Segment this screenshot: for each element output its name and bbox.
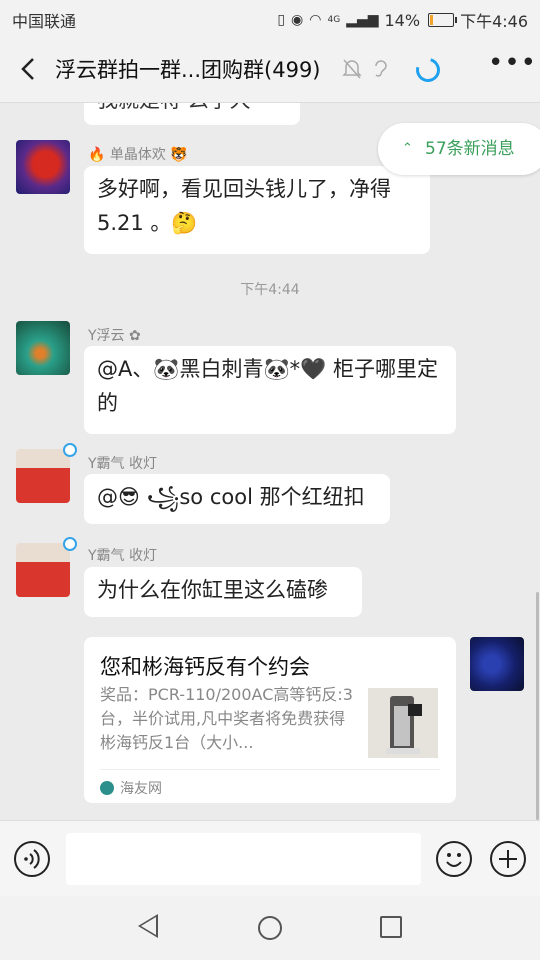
wifi-icon: ◠ xyxy=(309,12,322,28)
sender-name: Y霸气 收灯 xyxy=(88,456,158,472)
emoji-button[interactable] xyxy=(436,841,472,877)
nav-home-icon[interactable] xyxy=(258,916,282,940)
chat-title[interactable]: 浮云群拍一群...团购群(499) xyxy=(55,54,321,84)
new-messages-button[interactable]: ⌃ 57条新消息 xyxy=(378,123,540,175)
message-timestamp: 下午4:44 xyxy=(240,282,300,298)
voice-input-button[interactable] xyxy=(14,841,50,877)
chat-header: 浮云群拍一群...团购群(499) ••• xyxy=(0,36,540,103)
vibrate-icon: ▯ xyxy=(277,12,286,28)
share-card-title: 您和彬海钙反有个约会 xyxy=(100,655,310,679)
voice-icon xyxy=(24,849,40,869)
status-bar: 中国联通 ▯ ◉ ◠ 4G ▂▄▆ 14% 下午4:46 xyxy=(0,0,540,36)
nav-back-icon[interactable] xyxy=(138,914,158,938)
sender-name-text: Y浮云 xyxy=(88,328,125,344)
eye-icon: ◉ xyxy=(291,12,304,28)
share-card-divider xyxy=(100,769,440,770)
share-card-source: 海友网 xyxy=(100,778,162,798)
system-navigation-bar xyxy=(0,896,540,960)
message-text: 为什么在你缸里这么磕碜 xyxy=(97,578,328,602)
message-bubble[interactable]: @A、🐼黑白刺青🐼*🖤 柜子哪里定的 xyxy=(84,346,456,434)
plus-icon xyxy=(499,850,517,868)
message-text: 我就是将 么学大 xyxy=(97,103,251,112)
source-logo-icon xyxy=(100,781,114,795)
online-status-icon xyxy=(63,537,77,551)
message-bubble[interactable]: @😎 ꧁so cool 那个红纽扣 xyxy=(84,474,390,524)
own-avatar[interactable] xyxy=(470,637,524,691)
battery-icon xyxy=(428,13,458,27)
mute-bell-icon xyxy=(342,58,362,85)
share-card-source-label: 海友网 xyxy=(120,781,162,797)
nav-recent-apps-icon[interactable] xyxy=(380,916,402,938)
share-card-description: 奖品：PCR-110/200AC高等钙反:3台，半价试用,凡中奖者将免费获得彬海… xyxy=(100,685,353,752)
earpiece-icon xyxy=(372,58,390,85)
battery-percent: 14% xyxy=(384,10,421,30)
message-bubble[interactable]: 为什么在你缸里这么磕碜 xyxy=(84,567,362,617)
message-text: 多好啊，看见回头钱儿了，净得5.21 。🤔 xyxy=(97,177,391,235)
signal-icon: ▂▄▆ xyxy=(346,12,379,28)
avatar[interactable] xyxy=(16,140,70,194)
avatar[interactable] xyxy=(16,543,70,597)
clock: 下午4:46 xyxy=(460,12,528,31)
network-type: 4G xyxy=(327,15,341,25)
scrollbar[interactable] xyxy=(536,592,539,820)
loading-ring-icon xyxy=(411,53,445,87)
more-options-button[interactable]: ••• xyxy=(488,48,537,78)
sender-name: Y浮云 ✿ xyxy=(88,328,141,344)
battery-fill xyxy=(430,15,434,25)
sender-name: 🔥 单晶体欢 🐯 xyxy=(88,147,188,163)
input-bar xyxy=(0,820,540,897)
online-status-icon xyxy=(63,443,77,457)
avatar[interactable] xyxy=(16,321,70,375)
new-messages-label: 57条新消息 xyxy=(425,139,515,159)
back-arrow-icon xyxy=(21,58,34,80)
sender-name: Y霸气 收灯 xyxy=(88,548,158,564)
message-bubble[interactable]: 多好啊，看见回头钱儿了，净得5.21 。🤔 xyxy=(84,166,430,254)
carrier-name: 中国联通 xyxy=(12,12,77,31)
double-up-arrow-icon: ⌃ xyxy=(402,141,413,156)
status-icons: ▯ ◉ ◠ 4G ▂▄▆ 14% 下午4:46 xyxy=(277,8,528,32)
share-card[interactable]: 您和彬海钙反有个约会 奖品：PCR-110/200AC高等钙反:3台，半价试用,… xyxy=(84,637,456,803)
more-actions-button[interactable] xyxy=(490,841,526,877)
share-card-thumbnail xyxy=(368,688,438,758)
sender-name-text: 单晶体欢 xyxy=(109,147,166,163)
avatar[interactable] xyxy=(16,449,70,503)
message-text: @😎 ꧁so cool 那个红纽扣 xyxy=(97,485,365,509)
back-button[interactable] xyxy=(14,54,44,84)
smiley-icon xyxy=(446,853,462,867)
message-input[interactable] xyxy=(66,833,421,885)
message-bubble-partial[interactable]: 我就是将 么学大 xyxy=(84,103,300,125)
message-text: @A、🐼黑白刺青🐼*🖤 柜子哪里定的 xyxy=(97,357,438,415)
